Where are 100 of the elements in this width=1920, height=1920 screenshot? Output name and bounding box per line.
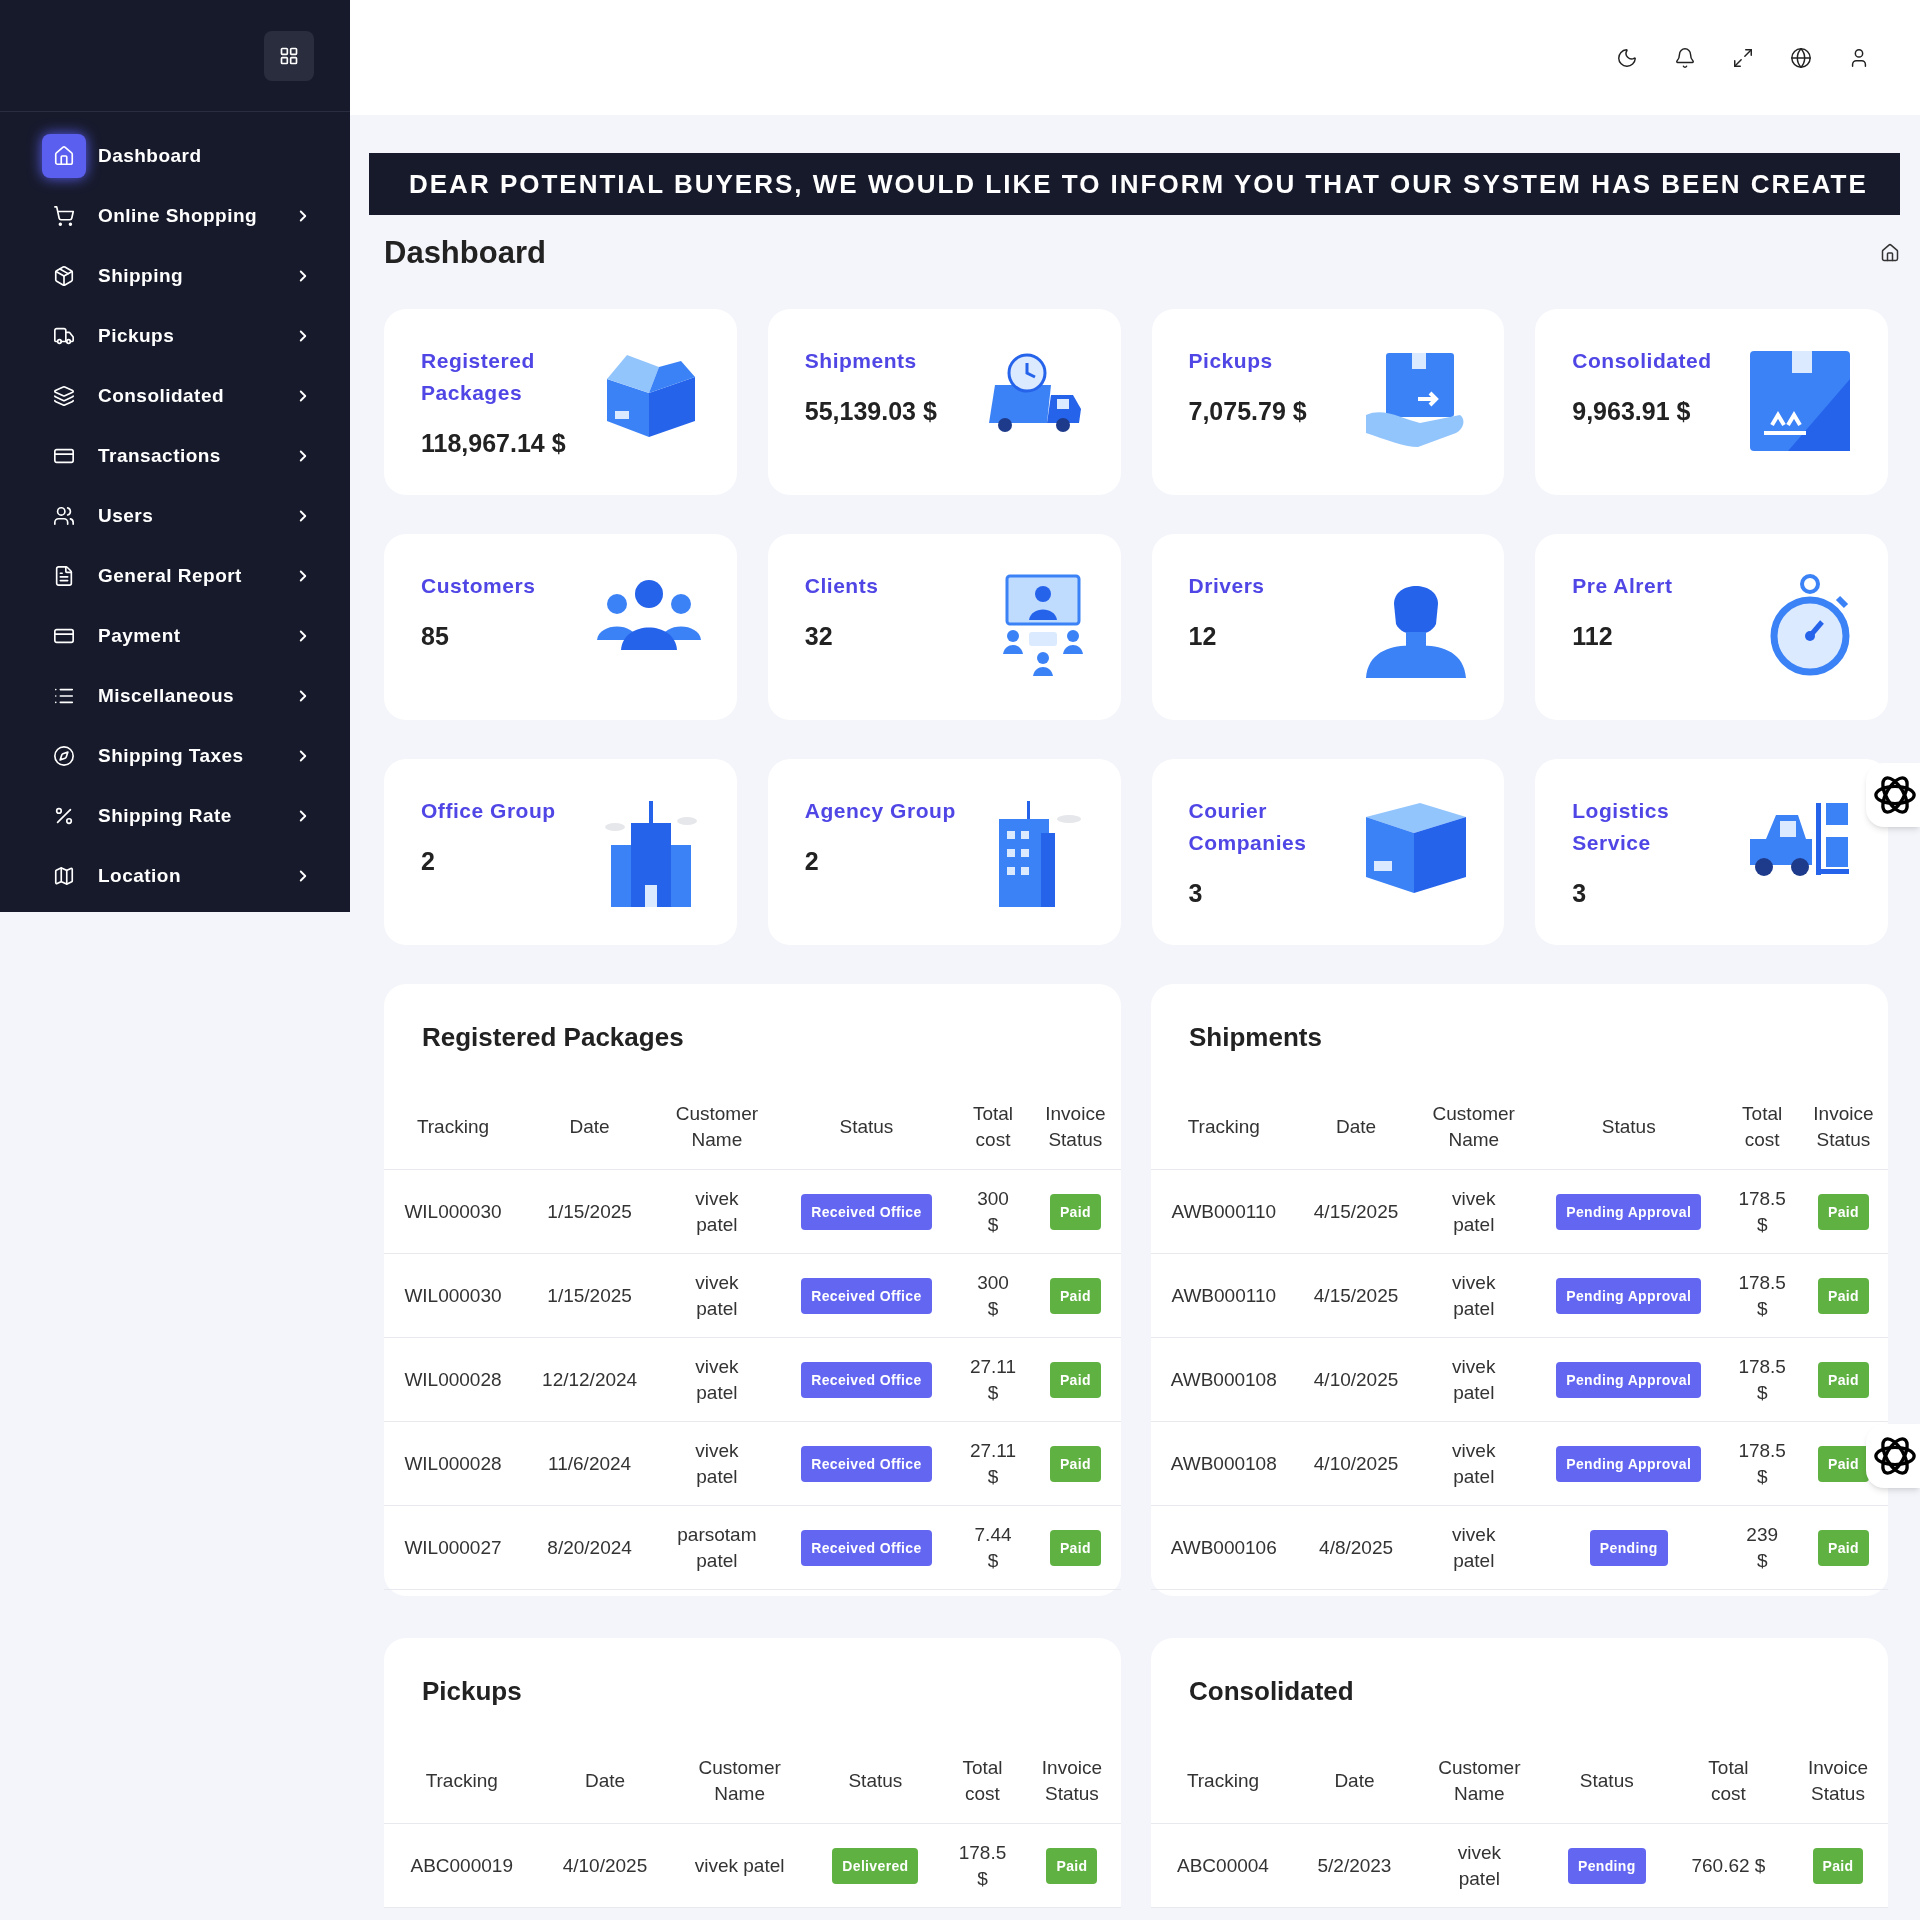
page-title: Dashboard <box>384 233 546 272</box>
upload-box-icon <box>1748 349 1852 453</box>
status-badge: Pending Approval <box>1556 1445 1702 1482</box>
column-header: Invoice Status <box>1045 1102 1106 1152</box>
total-cost-cell-text: 7.44 $ <box>974 1522 1012 1573</box>
stat-value: 12 <box>1188 621 1218 652</box>
stat-value: 3 <box>1572 878 1588 909</box>
stat-title: Logistics Service <box>1572 798 1671 856</box>
tracking-cell: WIL000028 <box>404 1368 502 1390</box>
sidebar-item[interactable]: Shipping <box>0 246 350 306</box>
sidebar-item[interactable]: Shipping Taxes <box>0 726 350 786</box>
knot-icon <box>1873 1434 1917 1478</box>
sidebar-item[interactable]: Online Shopping <box>0 186 350 246</box>
sidebar-item[interactable]: Miscellaneous <box>0 666 350 726</box>
sidebar-item[interactable]: Location <box>0 846 350 906</box>
cart-icon <box>53 205 75 227</box>
map-icon <box>53 865 75 887</box>
total-cost-cell-text: 300 $ <box>977 1186 1009 1237</box>
customer-cell-text: vivek patel <box>695 1270 739 1321</box>
status-badge: Paid <box>1049 1445 1101 1482</box>
stat-value: 7,075.79 $ <box>1188 396 1307 427</box>
customer-cell-text: vivek patel <box>695 1186 739 1237</box>
stat-value: 55,139.03 $ <box>804 396 937 427</box>
sidebar-item[interactable]: Payment <box>0 606 350 666</box>
bell-icon[interactable] <box>1674 46 1696 69</box>
status-badge: Paid <box>1817 1361 1869 1398</box>
status-badge: Paid <box>1049 1277 1101 1314</box>
status-badge: Paid <box>1049 1529 1101 1566</box>
stat-value: 3 <box>1188 878 1204 909</box>
column-header: Invoice Status <box>1041 1756 1103 1806</box>
expand-icon[interactable] <box>1732 46 1754 69</box>
stat-value: 9,963.91 $ <box>1572 396 1692 427</box>
stat-title: Customers <box>421 573 536 599</box>
status-badge: Paid <box>1817 1529 1869 1566</box>
sidebar-item[interactable]: Dashboard <box>0 126 350 186</box>
column-header: Total cost <box>1742 1102 1783 1152</box>
status-badge: Paid <box>1817 1445 1869 1482</box>
customer-cell-text: parsotam patel <box>677 1522 757 1573</box>
status-badge: Paid <box>1049 1193 1101 1230</box>
column-header: Date <box>1334 1769 1375 1793</box>
grid-menu-button[interactable] <box>264 30 314 81</box>
chat-widget-button[interactable] <box>1866 763 1920 827</box>
tracking-cell: WIL000030 <box>404 1284 502 1306</box>
total-cost-cell-text: 27.11 $ <box>969 1354 1017 1405</box>
date-cell: 1/15/2025 <box>547 1200 632 1222</box>
date-cell: 11/6/2024 <box>548 1452 632 1474</box>
sidebar-item[interactable]: Shipping Rate <box>0 786 350 846</box>
total-cost-cell-text: 239 $ <box>1746 1522 1778 1573</box>
stat-title: Consolidated <box>1572 348 1712 374</box>
status-badge: Received Office <box>801 1361 932 1398</box>
column-header: Total cost <box>962 1756 1003 1806</box>
status-badge: Paid <box>1812 1847 1864 1884</box>
sidebar-item[interactable]: Transactions <box>0 426 350 486</box>
moon-icon[interactable] <box>1616 46 1638 69</box>
column-header: Tracking <box>416 1115 490 1139</box>
stat-value: 85 <box>421 621 450 652</box>
table-title: Registered Packages <box>421 1021 685 1054</box>
column-header: Total cost <box>972 1102 1014 1152</box>
column-header: Status <box>1579 1769 1634 1793</box>
status-badge: Paid <box>1049 1361 1101 1398</box>
total-cost-cell-text: 760.62 $ <box>1691 1853 1766 1878</box>
column-header: Customer Name <box>1438 1756 1521 1806</box>
sidebar-item[interactable]: Pickups <box>0 306 350 366</box>
package-icon <box>53 265 75 287</box>
stat-value: 118,967.14 $ <box>421 428 567 459</box>
sidebar-item[interactable]: Users <box>0 486 350 546</box>
customer-cell-text: vivek patel <box>1452 1522 1496 1573</box>
status-badge: Pending <box>1567 1847 1646 1884</box>
status-badge: Delivered <box>832 1847 919 1884</box>
date-cell: 4/15/2025 <box>1313 1200 1399 1222</box>
sidebar-item[interactable]: General Report <box>0 546 350 606</box>
tracking-cell: AWB000110 <box>1171 1284 1277 1306</box>
date-cell: 4/8/2025 <box>1319 1536 1394 1558</box>
date-cell: 4/10/2025 <box>1313 1368 1399 1390</box>
stat-value: 2 <box>421 846 436 877</box>
status-badge: Pending Approval <box>1556 1193 1702 1230</box>
customer-cell-text: vivek patel <box>1457 1840 1501 1891</box>
status-badge: Pending Approval <box>1556 1277 1702 1314</box>
customer-cell-text: vivek patel <box>694 1853 785 1878</box>
tracking-cell: AWB000108 <box>1170 1368 1277 1390</box>
status-badge: Received Office <box>801 1193 932 1230</box>
customer-cell-text: vivek patel <box>1452 1354 1496 1405</box>
column-header: Date <box>569 1115 610 1139</box>
home-icon[interactable] <box>1880 243 1900 263</box>
total-cost-cell-text: 27.11 $ <box>969 1438 1017 1489</box>
globe-icon[interactable] <box>1790 46 1812 69</box>
date-cell: 4/15/2025 <box>1313 1284 1399 1306</box>
sidebar-item[interactable]: Consolidated <box>0 366 350 426</box>
customer-cell-text: vivek patel <box>695 1438 739 1489</box>
status-badge: Received Office <box>801 1277 932 1314</box>
tracking-cell: AWB000108 <box>1170 1452 1277 1474</box>
total-cost-cell-text: 178.5 $ <box>1738 1354 1786 1405</box>
date-cell: 1/15/2025 <box>547 1284 632 1306</box>
column-header: Invoice Status <box>1813 1102 1874 1152</box>
grid-icon <box>279 45 299 66</box>
knot-icon <box>1873 773 1917 817</box>
stat-title: Office Group <box>421 798 556 824</box>
table-title: Consolidated <box>1188 1675 1355 1708</box>
column-header: Invoice Status <box>1807 1756 1869 1806</box>
chat-widget-button[interactable] <box>1866 1424 1920 1488</box>
